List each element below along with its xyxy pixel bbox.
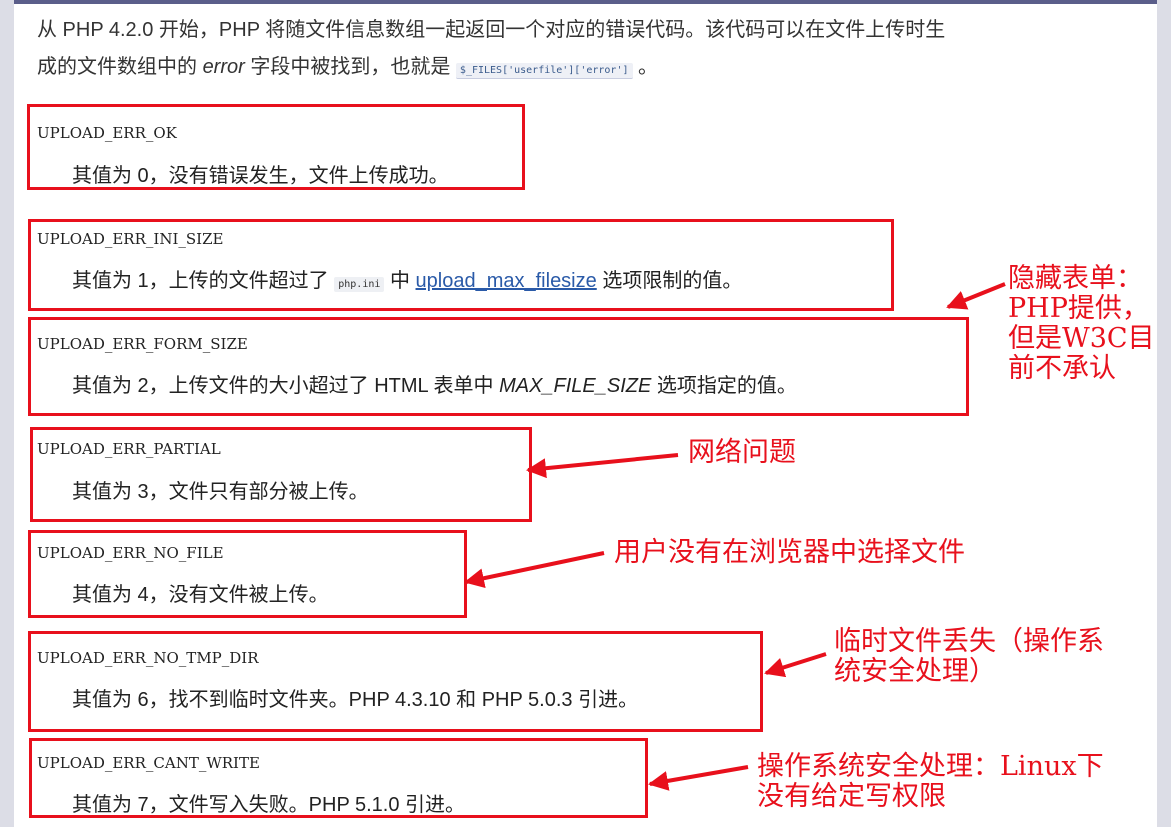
arrow-form-size (946, 282, 1006, 310)
arrow-partial (526, 453, 679, 479)
arrow-cant-write (648, 765, 749, 791)
arrow-no-file (464, 551, 605, 589)
annotation-arrows (464, 282, 1006, 791)
arrow-no-tmp-dir (764, 652, 827, 678)
